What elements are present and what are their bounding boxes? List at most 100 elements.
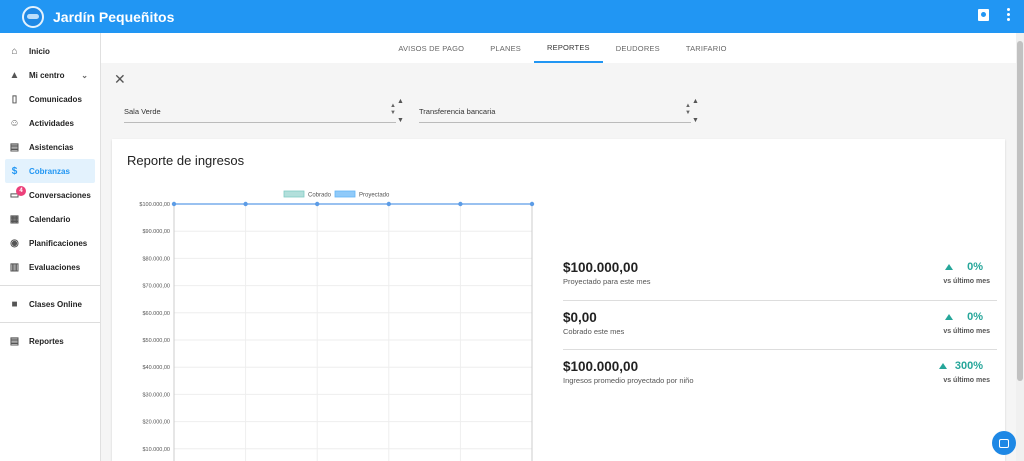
income-report-card: Reporte de ingresos $100.000,00 $90.000,0… xyxy=(112,139,1005,461)
sidebar-item-label: Evaluaciones xyxy=(29,262,81,272)
select-stepper-icon: ▲ ▼ xyxy=(390,103,396,116)
stat-avg-per-child: $100.000,00 Ingresos promedio proyectado… xyxy=(563,359,997,385)
sidebar-item-actividades[interactable]: ☺ Actividades xyxy=(0,111,100,135)
more-vert-icon[interactable] xyxy=(1007,8,1010,21)
divider xyxy=(563,300,997,301)
sidebar-item-planificaciones[interactable]: ◉ Planificaciones xyxy=(0,231,100,255)
sidebar-item-comunicados[interactable]: ▯ Comunicados xyxy=(0,87,100,111)
y-tick-label: $30.000,00 xyxy=(142,392,170,398)
y-tick-label: $70.000,00 xyxy=(142,284,170,290)
data-point-proyectado xyxy=(529,201,535,207)
sidebar-item-cobranzas[interactable]: $ Cobranzas xyxy=(5,159,95,183)
report-title: Reporte de ingresos xyxy=(127,153,245,168)
account-badge-icon[interactable] xyxy=(978,8,989,21)
compass-icon: ◉ xyxy=(10,237,19,249)
stat-label: Ingresos promedio proyectado por niño xyxy=(563,376,694,385)
y-tick-label: $10.000,00 xyxy=(142,447,170,453)
stat-projected: $100.000,00 Proyectado para este mes 0% … xyxy=(563,260,997,286)
stat-label: Cobrado este mes xyxy=(563,327,625,336)
calendar-icon: ▦ xyxy=(9,213,20,225)
y-tick-label: $60.000,00 xyxy=(142,311,170,317)
stat-value: $100.000,00 xyxy=(563,260,639,275)
room-arrows-icon[interactable]: ▲ ▼ xyxy=(397,92,404,130)
sidebar-item-label: Reportes xyxy=(29,336,64,346)
notification-badge: 4 xyxy=(16,186,26,196)
sidebar-item-label: Comunicados xyxy=(29,94,82,104)
school-icon: ▲ xyxy=(9,69,20,81)
stat-pct: 0% xyxy=(967,261,983,273)
divider xyxy=(0,322,100,323)
dollar-icon: $ xyxy=(11,165,18,177)
sidebar-item-calendario[interactable]: ▦ Calendario xyxy=(0,207,100,231)
scrollbar[interactable] xyxy=(1016,33,1024,461)
top-app-bar: Jardín Pequeñitos xyxy=(0,0,1024,33)
clipboard-icon: ▤ xyxy=(9,141,20,153)
y-tick-label: $40.000,00 xyxy=(142,365,170,371)
legend-swatch-cobrado xyxy=(283,190,305,198)
sidebar-item-conversaciones[interactable]: ▭ 4 Conversaciones xyxy=(0,183,100,207)
stat-vs: vs último mes xyxy=(943,377,990,384)
payment-method-value: Transferencia bancaria xyxy=(419,107,496,116)
app-title: Jardín Pequeñitos xyxy=(53,8,175,25)
tab-avisos-de-pago[interactable]: AVISOS DE PAGO xyxy=(385,33,477,63)
y-tick-label: $80.000,00 xyxy=(142,256,170,262)
sidebar-item-label: Conversaciones xyxy=(29,190,91,200)
legend-label-proyectado: Proyectado xyxy=(359,193,390,199)
y-tick-label: $100.000,00 xyxy=(139,202,170,208)
legend-label-cobrado: Cobrado xyxy=(308,193,332,199)
sidebar-item-clases-online[interactable]: ■ Clases Online xyxy=(0,292,100,316)
stat-value: $0,00 xyxy=(563,310,597,325)
sidebar-item-label: Mi centro xyxy=(29,70,65,80)
stat-vs: vs último mes xyxy=(943,278,990,285)
sidebar-item-label: Clases Online xyxy=(29,299,82,309)
room-select-value: Sala Verde xyxy=(124,107,161,116)
stat-label: Proyectado para este mes xyxy=(563,277,651,286)
chevron-down-icon: ⌄ xyxy=(81,70,88,80)
sidebar-item-asistencias[interactable]: ▤ Asistencias xyxy=(0,135,100,159)
trend-up-icon xyxy=(939,363,947,369)
tab-planes[interactable]: PLANES xyxy=(477,33,534,63)
income-chart: $100.000,00 $90.000,00 $80.000,00 $70.000,0… xyxy=(139,190,535,461)
data-point-proyectado xyxy=(386,201,391,207)
chat-launcher-button[interactable] xyxy=(992,431,1016,455)
face-icon: ☺ xyxy=(9,117,20,129)
room-select[interactable]: Sala Verde ▲ ▼ xyxy=(124,101,396,123)
legend-swatch-proyectado xyxy=(334,190,356,198)
select-stepper-icon: ▲ ▼ xyxy=(685,103,691,116)
sidebar-item-label: Calendario xyxy=(29,214,71,224)
app-logo[interactable] xyxy=(22,5,44,28)
tab-deudores[interactable]: DEUDORES xyxy=(603,33,673,63)
divider xyxy=(0,285,100,286)
data-point-proyectado xyxy=(171,201,177,207)
sidebar-item-inicio[interactable]: ⌂ Inicio xyxy=(0,39,100,63)
data-point-proyectado xyxy=(315,201,320,207)
tab-tarifario[interactable]: TARIFARIO xyxy=(673,33,740,63)
payment-arrows-icon[interactable]: ▲ ▼ xyxy=(692,92,699,130)
stat-pct: 0% xyxy=(967,311,983,323)
y-tick-label: $50.000,00 xyxy=(142,338,170,344)
stat-vs: vs último mes xyxy=(943,328,990,335)
tab-reportes[interactable]: REPORTES xyxy=(534,33,603,63)
payment-method-select[interactable]: Transferencia bancaria ▲ ▼ xyxy=(419,101,691,123)
document-icon: ▤ xyxy=(9,335,20,347)
stat-pct: 300% xyxy=(954,360,983,372)
y-tick-label: $90.000,00 xyxy=(142,229,170,235)
tab-bar: AVISOS DE PAGO PLANES REPORTES DEUDORES … xyxy=(101,33,1024,63)
sidebar-item-label: Cobranzas xyxy=(29,166,70,176)
data-point-proyectado xyxy=(458,201,463,207)
sidebar-item-label: Inicio xyxy=(29,46,50,56)
scroll-thumb[interactable] xyxy=(1017,41,1023,381)
sidebar-item-mi-centro[interactable]: ▲ Mi centro ⌄ xyxy=(0,63,100,87)
stat-collected: $0,00 Cobrado este mes 0% vs último mes xyxy=(563,310,997,336)
trend-up-icon xyxy=(945,314,953,320)
close-icon[interactable]: ✕ xyxy=(114,71,126,88)
chat-icon xyxy=(999,438,1009,448)
sidebar-item-reportes[interactable]: ▤ Reportes xyxy=(0,329,100,353)
data-point-proyectado xyxy=(243,201,248,207)
trend-up-icon xyxy=(945,264,953,270)
sidebar-item-label: Actividades xyxy=(29,118,74,128)
sidebar-item-label: Asistencias xyxy=(29,142,74,152)
video-icon: ■ xyxy=(11,298,18,310)
divider xyxy=(563,349,997,350)
sidebar-item-evaluaciones[interactable]: ▥ Evaluaciones xyxy=(0,255,100,279)
